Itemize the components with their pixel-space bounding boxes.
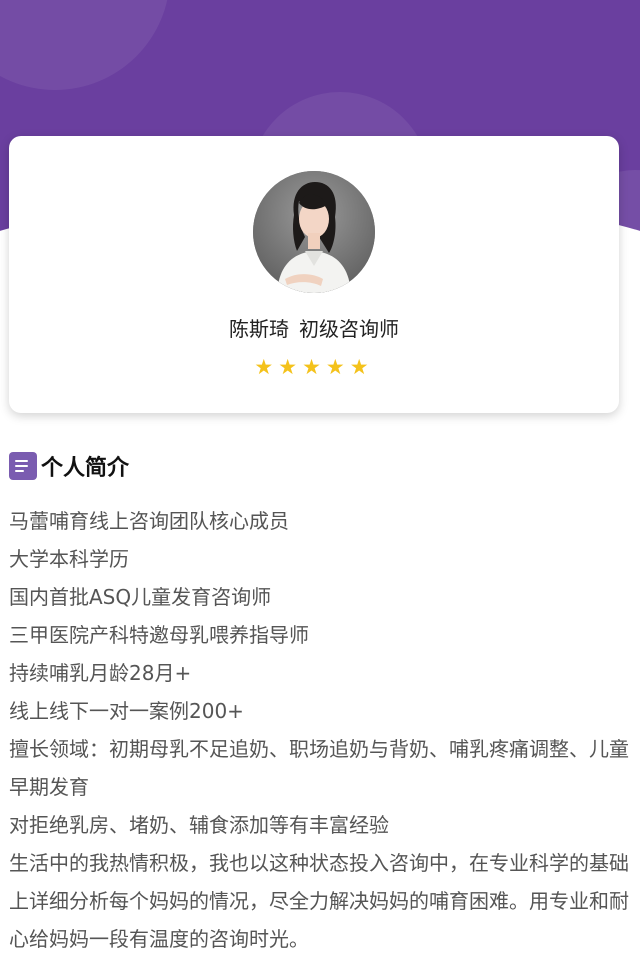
bio-line: 国内首批ASQ儿童发育咨询师 [9,585,272,609]
consultant-portrait [253,171,375,293]
document-list-icon [9,452,37,480]
bio-line: 大学本科学历 [9,547,129,571]
star-icon: ★ [278,355,303,379]
bio-line: 马蕾哺育线上咨询团队核心成员 [9,509,289,533]
bio-line: 持续哺乳月龄28月+ [9,661,192,685]
consultant-level: 初级咨询师 [299,317,399,341]
bio-line: 三甲医院产科特邀母乳喂养指导师 [9,623,309,647]
bio-text: 马蕾哺育线上咨询团队核心成员 大学本科学历 国内首批ASQ儿童发育咨询师 三甲医… [9,502,631,958]
consultant-name: 陈斯琦 [229,317,289,341]
consultant-name-title: 陈斯琦 初级咨询师 [9,313,619,342]
bio-line: 对拒绝乳房、堵奶、辅食添加等有丰富经验 [9,813,389,837]
rating-stars: ★★★★★ [9,355,619,379]
profile-card: 陈斯琦 初级咨询师 ★★★★★ [9,136,619,413]
bio-line: 线上线下一对一案例200+ [9,699,244,723]
star-icon: ★ [302,355,326,379]
star-icon: ★ [325,355,350,379]
section-title: 个人简介 [41,456,130,481]
star-icon: ★ [254,355,279,379]
decorative-circle [0,0,170,90]
star-icon: ★ [349,355,374,379]
bio-line: 擅长领域：初期母乳不足追奶、职场追奶与背奶、哺乳疼痛调整、儿童早期发育 [9,737,629,799]
bio-line: 生活中的我热情积极，我也以这种状态投入咨询中，在专业科学的基础上详细分析每个妈妈… [9,851,629,951]
avatar[interactable] [253,171,375,293]
section-header: 个人简介 [9,450,129,482]
